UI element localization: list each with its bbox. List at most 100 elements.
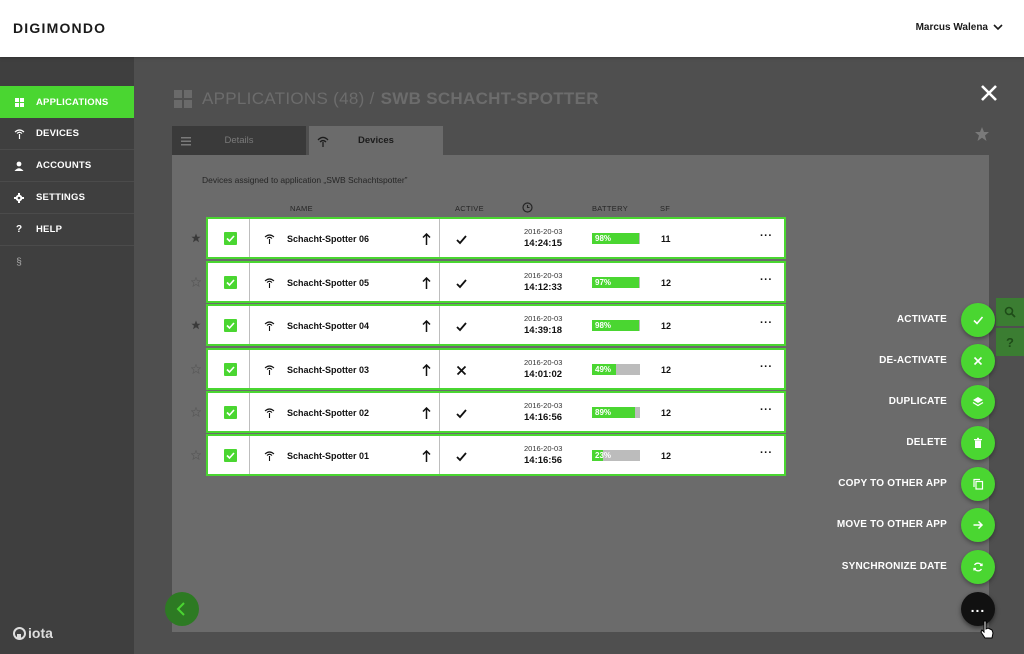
row-more-icon[interactable]: ··· — [760, 361, 773, 373]
sidebar-item-legal[interactable]: § — [0, 246, 134, 278]
deactivate-button[interactable] — [961, 344, 995, 378]
activate-label[interactable]: ACTIVATE — [897, 314, 947, 325]
table-row[interactable]: Schacht-Spotter 01 2016-20-03 14:16:56 23% 1… — [206, 434, 786, 476]
grid-icon — [12, 95, 26, 109]
favorite-star-icon[interactable] — [191, 320, 201, 330]
favorite-star-icon[interactable] — [191, 233, 201, 243]
antenna-icon — [264, 451, 275, 461]
last-seen-date: 2016-20-03 — [524, 401, 563, 410]
sidebar-item-settings[interactable]: SETTINGS — [0, 182, 134, 214]
tab-devices[interactable]: Devices — [309, 126, 443, 155]
help-button[interactable]: ? — [996, 328, 1024, 356]
clock-icon[interactable] — [522, 202, 533, 213]
sidebar-item-applications[interactable]: APPLICATIONS — [0, 86, 134, 118]
synchronize-date-label[interactable]: SYNCHRONIZE DATE — [842, 561, 947, 572]
tab-label: Devices — [358, 135, 394, 146]
spreading-factor: 12 — [661, 278, 672, 288]
row-more-icon[interactable]: ··· — [760, 404, 773, 416]
duplicate-button[interactable] — [961, 385, 995, 419]
breadcrumb-applications[interactable]: APPLICATIONS (48) / — [202, 89, 375, 109]
column-divider — [249, 436, 250, 474]
assigned-description: Devices assigned to application „SWB Sch… — [202, 175, 408, 185]
table-row[interactable]: Schacht-Spotter 02 2016-20-03 14:16:56 89% 1… — [206, 391, 786, 433]
arrow-up-icon — [422, 277, 431, 289]
deactivate-label[interactable]: DE-ACTIVATE — [879, 355, 947, 366]
user-name[interactable]: Marcus Walena — [916, 22, 988, 33]
antenna-icon — [12, 127, 26, 141]
page-title: APPLICATIONS (48) / SWB SCHACHT-SPOTTER — [174, 89, 599, 109]
brand-logo[interactable]: DIGIMONDO — [13, 20, 106, 36]
move-to-other-app-button[interactable] — [961, 508, 995, 542]
row-more-icon[interactable]: ··· — [760, 447, 773, 459]
column-header-sf[interactable]: SF — [660, 204, 670, 213]
star-icon[interactable] — [974, 126, 990, 142]
synchronize-date-button[interactable] — [961, 550, 995, 584]
sidebar-item-help[interactable]: ? HELP — [0, 214, 134, 246]
check-icon — [456, 235, 467, 245]
sidebar-item-label: SETTINGS — [36, 192, 86, 203]
sidebar-item-label: HELP — [36, 224, 63, 235]
device-name[interactable]: Schacht-Spotter 06 — [287, 234, 369, 244]
column-divider — [439, 436, 440, 474]
check-icon — [226, 235, 235, 243]
chevron-left-icon — [176, 602, 185, 616]
favorite-star-icon[interactable] — [191, 450, 201, 460]
move-to-other-app-label[interactable]: MOVE TO OTHER APP — [837, 519, 947, 530]
device-name[interactable]: Schacht-Spotter 03 — [287, 365, 369, 375]
table-row[interactable]: Schacht-Spotter 03 2016-20-03 14:01:02 49% 1… — [206, 348, 786, 390]
column-header-active[interactable]: ACTIVE — [455, 204, 484, 213]
column-divider — [439, 306, 440, 344]
check-icon — [456, 279, 467, 289]
row-more-icon[interactable]: ··· — [760, 317, 773, 329]
column-header-name[interactable]: NAME — [290, 204, 313, 213]
spreading-factor: 11 — [661, 234, 671, 244]
tab-details[interactable]: Details — [172, 126, 306, 155]
column-divider — [439, 393, 440, 431]
device-name[interactable]: Schacht-Spotter 04 — [287, 321, 369, 331]
device-name[interactable]: Schacht-Spotter 02 — [287, 408, 369, 418]
row-checkbox[interactable] — [224, 406, 237, 419]
close-icon[interactable] — [978, 82, 1000, 104]
favorite-star-icon[interactable] — [191, 364, 201, 374]
row-checkbox[interactable] — [224, 276, 237, 289]
battery-percent: 89% — [595, 408, 612, 417]
delete-label[interactable]: DELETE — [906, 437, 947, 448]
battery-bar: 98% — [592, 320, 640, 331]
battery-bar: 97% — [592, 277, 640, 288]
row-checkbox[interactable] — [224, 363, 237, 376]
device-name[interactable]: Schacht-Spotter 05 — [287, 278, 369, 288]
sidebar-item-devices[interactable]: DEVICES — [0, 118, 134, 150]
duplicate-label[interactable]: DUPLICATE — [889, 396, 947, 407]
favorite-star-icon[interactable] — [191, 407, 201, 417]
last-seen-time: 14:01:02 — [524, 369, 563, 380]
delete-button[interactable] — [961, 426, 995, 460]
back-button[interactable] — [165, 592, 199, 626]
table-row[interactable]: Schacht-Spotter 06 2016-20-03 14:24:15 98% 1… — [206, 217, 786, 259]
column-divider — [249, 306, 250, 344]
sidebar-item-accounts[interactable]: ACCOUNTS — [0, 150, 134, 182]
activate-button[interactable] — [961, 303, 995, 337]
row-checkbox[interactable] — [224, 319, 237, 332]
copy-to-other-app-button[interactable] — [961, 467, 995, 501]
column-header-battery[interactable]: BATTERY — [592, 204, 628, 213]
table-row[interactable]: Schacht-Spotter 05 2016-20-03 14:12:33 97% 1… — [206, 261, 786, 303]
row-more-icon[interactable]: ··· — [760, 274, 773, 286]
copy-to-other-app-label[interactable]: COPY TO OTHER APP — [838, 478, 947, 489]
check-icon — [226, 279, 235, 287]
row-more-icon[interactable]: ··· — [760, 230, 773, 242]
favorite-star-icon[interactable] — [191, 277, 201, 287]
last-seen-date: 2016-20-03 — [524, 314, 563, 323]
person-icon — [12, 159, 26, 173]
row-checkbox[interactable] — [224, 232, 237, 245]
antenna-icon — [264, 321, 275, 331]
arrow-right-icon — [973, 520, 984, 530]
last-seen-time: 14:16:56 — [524, 412, 563, 423]
search-button[interactable] — [996, 298, 1024, 326]
arrow-up-icon — [422, 320, 431, 332]
chevron-down-icon[interactable] — [992, 22, 1004, 32]
table-row[interactable]: Schacht-Spotter 04 2016-20-03 14:39:18 98% 1… — [206, 304, 786, 346]
device-name[interactable]: Schacht-Spotter 01 — [287, 451, 369, 461]
check-icon — [973, 316, 984, 325]
row-checkbox[interactable] — [224, 449, 237, 462]
sidebar-item-label: DEVICES — [36, 128, 80, 139]
